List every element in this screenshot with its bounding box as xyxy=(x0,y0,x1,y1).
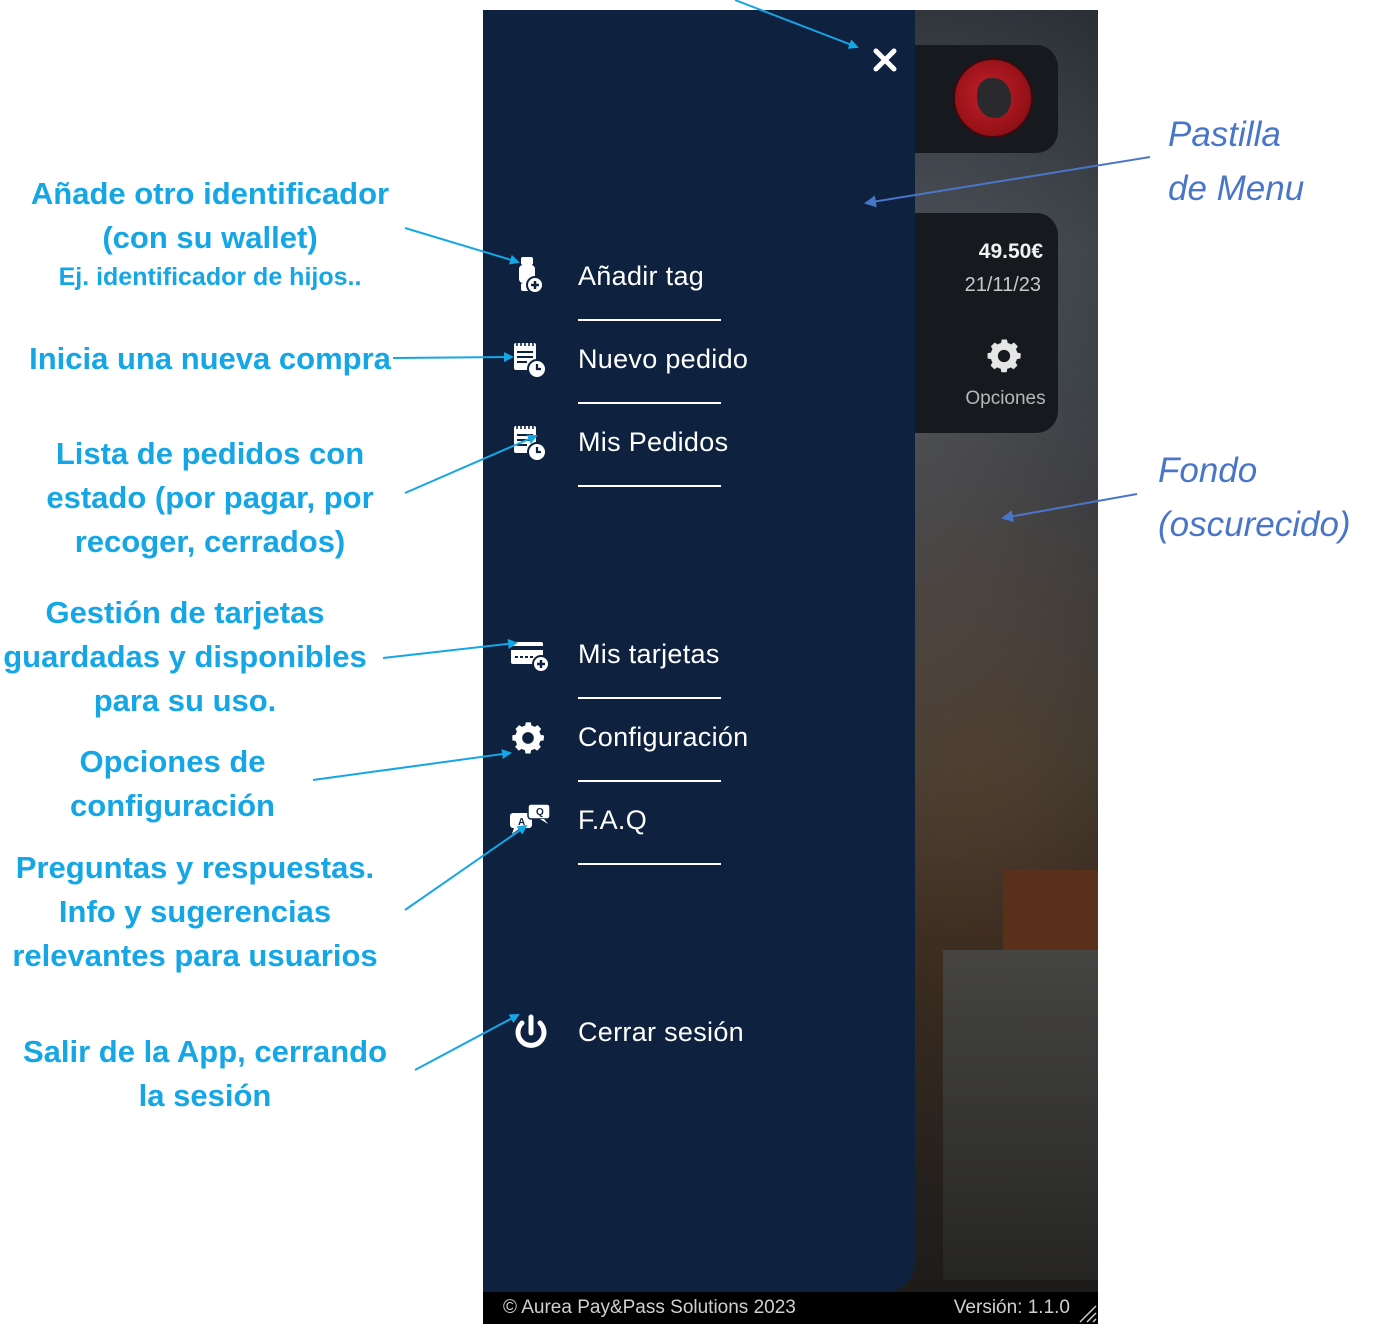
app-screen: 49.50€ 21/11/23 Opciones Añadir tag Nuev… xyxy=(483,10,1098,1324)
order-clock-icon xyxy=(514,342,547,379)
order-clock-icon xyxy=(514,425,547,462)
svg-text:Q: Q xyxy=(536,807,544,818)
gear-icon xyxy=(512,722,544,754)
annotation-settings: Opciones de configuración xyxy=(70,744,275,823)
menu-item-label: Mis tarjetas xyxy=(578,639,720,669)
annotation-faq: Preguntas y respuestas. Info y sugerenci… xyxy=(12,850,378,973)
version-text: Versión: 1.1.0 xyxy=(953,1297,1070,1318)
svg-text:A: A xyxy=(518,817,525,828)
annotation-menu-pill: Pastilla de Menu xyxy=(1168,115,1305,208)
watch-plus-icon xyxy=(519,257,544,294)
close-icon xyxy=(873,48,897,72)
divider xyxy=(578,319,721,321)
annotation-my-cards: Gestión de tarjetas guardadas y disponib… xyxy=(3,595,367,718)
menu-item-my-orders[interactable]: Mis Pedidos xyxy=(508,421,898,491)
annotation-add-tag: Añade otro identificador (con su wallet)… xyxy=(30,176,390,291)
menu-item-add-tag[interactable]: Añadir tag xyxy=(508,255,898,325)
annotation-new-order: Inicia una nueva compra xyxy=(29,341,391,376)
card-plus-icon xyxy=(511,642,550,673)
options-label[interactable]: Opciones xyxy=(938,388,1073,410)
gear-icon[interactable] xyxy=(983,335,1025,377)
divider xyxy=(578,485,721,487)
menu-item-label: Mis Pedidos xyxy=(578,427,729,457)
divider xyxy=(578,402,721,404)
menu-item-new-order[interactable]: Nuevo pedido xyxy=(508,338,898,408)
divider xyxy=(578,780,721,782)
menu-item-label: Nuevo pedido xyxy=(578,344,749,374)
resize-grip-icon[interactable] xyxy=(1074,1300,1098,1324)
club-logo xyxy=(953,58,1033,138)
balance-amount: 49.50€ xyxy=(978,240,1043,263)
copyright-text: © Aurea Pay&Pass Solutions 2023 xyxy=(503,1297,796,1318)
chat-bubbles-icon: A Q xyxy=(510,803,551,834)
menu-item-label: Cerrar sesión xyxy=(578,1017,744,1047)
menu-item-my-cards[interactable]: Mis tarjetas xyxy=(508,633,898,703)
menu-item-label: Añadir tag xyxy=(578,261,705,291)
balance-date: 21/11/23 xyxy=(964,274,1041,296)
side-menu-drawer: Añadir tag Nuevo pedido Mis Pedidos Mis … xyxy=(483,10,915,1292)
annotation-logout: Salir de la App, cerrando la sesión xyxy=(22,1034,388,1113)
divider xyxy=(578,697,721,699)
divider xyxy=(578,863,721,865)
menu-item-label: F.A.Q xyxy=(578,805,648,835)
menu-item-logout[interactable]: Cerrar sesión xyxy=(508,1011,898,1081)
power-icon xyxy=(515,1014,547,1048)
close-button[interactable] xyxy=(868,43,902,77)
menu-item-settings[interactable]: Configuración xyxy=(508,716,898,786)
menu-item-faq[interactable]: A Q F.A.Q xyxy=(508,799,898,869)
menu-item-label: Configuración xyxy=(578,722,749,752)
app-footer: © Aurea Pay&Pass Solutions 2023 Versión:… xyxy=(483,1292,1098,1324)
annotation-background: Fondo (oscurecido) xyxy=(1158,451,1351,544)
annotation-my-orders: Lista de pedidos con estado (por pagar, … xyxy=(46,436,374,559)
